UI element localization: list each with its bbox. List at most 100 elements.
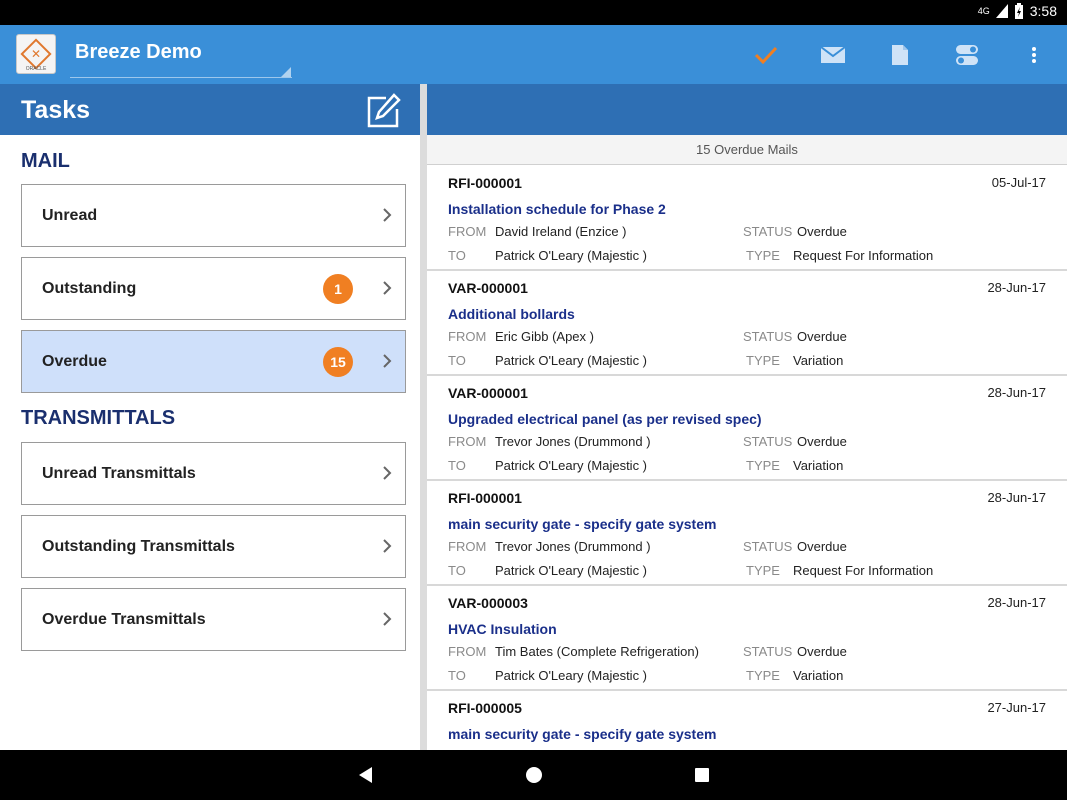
mail-date: 05-Jul-17: [991, 175, 1046, 190]
project-selector-underline: [70, 77, 292, 78]
check-icon[interactable]: [752, 41, 780, 69]
to-label: TO: [448, 248, 466, 263]
type-label: TYPE: [746, 248, 780, 263]
mail-date: 28-Jun-17: [987, 490, 1046, 505]
recents-icon[interactable]: [692, 765, 712, 785]
status-value: Overdue: [797, 224, 847, 239]
task-item-unread-transmittals[interactable]: Unread Transmittals: [21, 442, 406, 505]
task-item-label: Outstanding Transmittals: [42, 537, 235, 555]
pane-divider[interactable]: [420, 84, 427, 750]
to-value: Patrick O'Leary (Majestic ): [495, 668, 648, 683]
chevron-right-icon: [383, 612, 392, 626]
mail-summary: 15 Overdue Mails: [427, 135, 1067, 165]
from-label: FROM: [448, 224, 487, 239]
type-value: Request For Information: [793, 563, 934, 578]
project-dropdown-icon[interactable]: [281, 67, 291, 77]
task-item-overdue[interactable]: Overdue 15: [21, 330, 406, 393]
toggle-icon[interactable]: [953, 41, 981, 69]
task-item-outstanding[interactable]: Outstanding 1: [21, 257, 406, 320]
app-bar: ✕ ORACLE Breeze Demo: [0, 25, 1067, 84]
status-label: STATUS: [743, 329, 793, 344]
clock: 3:58: [1029, 3, 1057, 19]
mail-section-label: MAIL: [21, 150, 70, 172]
status-label: STATUS: [743, 434, 793, 449]
type-value: Variation: [793, 668, 844, 683]
type-value: Request For Information: [793, 248, 934, 263]
app-title[interactable]: Breeze Demo: [75, 41, 202, 64]
from-label: FROM: [448, 644, 487, 659]
mail-date: 28-Jun-17: [987, 385, 1046, 400]
mail-list-header: [427, 84, 1067, 135]
mail-code: RFI-000001: [448, 175, 522, 191]
battery-icon: [1014, 3, 1023, 19]
from-label: FROM: [448, 329, 487, 344]
count-badge: 15: [323, 346, 353, 377]
status-value: Overdue: [797, 329, 847, 344]
task-item-outstanding-transmittals[interactable]: Outstanding Transmittals: [21, 515, 406, 578]
type-value: Variation: [793, 353, 844, 368]
status-bar: 4G 3:58: [0, 0, 1067, 25]
compose-icon[interactable]: [366, 93, 402, 129]
from-value: Trevor Jones (Drummond ): [495, 434, 651, 449]
mail-code: VAR-000001: [448, 385, 528, 401]
mail-code: RFI-000001: [448, 490, 522, 506]
home-icon[interactable]: [524, 765, 544, 785]
app-logo[interactable]: ✕ ORACLE: [16, 34, 56, 74]
to-value: Patrick O'Leary (Majestic ): [495, 248, 648, 263]
tasks-header: Tasks: [0, 84, 420, 135]
task-item-label: Outstanding: [42, 279, 137, 297]
chevron-right-icon: [383, 281, 392, 295]
network-indicator: 4G: [977, 6, 990, 16]
mail-row[interactable]: VAR-000001 28-Jun-17 Upgraded electrical…: [427, 376, 1067, 481]
mail-row[interactable]: RFI-000005 27-Jun-17 main security gate …: [427, 691, 1067, 750]
mail-code: VAR-000003: [448, 595, 528, 611]
mail-row[interactable]: RFI-000001 05-Jul-17 Installation schedu…: [427, 166, 1067, 271]
type-label: TYPE: [746, 458, 780, 473]
task-item-unread[interactable]: Unread: [21, 184, 406, 247]
system-nav-bar: [0, 750, 1067, 800]
to-label: TO: [448, 353, 466, 368]
to-label: TO: [448, 458, 466, 473]
chevron-right-icon: [383, 539, 392, 553]
task-item-label: Overdue: [42, 352, 107, 370]
to-value: Patrick O'Leary (Majestic ): [495, 563, 648, 578]
to-value: Patrick O'Leary (Majestic ): [495, 458, 648, 473]
mail-icon[interactable]: [819, 41, 847, 69]
from-label: FROM: [448, 539, 487, 554]
task-item-label: Unread Transmittals: [42, 464, 196, 482]
back-icon[interactable]: [356, 765, 376, 785]
mail-row[interactable]: RFI-000001 28-Jun-17 main security gate …: [427, 481, 1067, 586]
chevron-right-icon: [383, 208, 392, 222]
mail-subject: Installation schedule for Phase 2: [448, 201, 666, 217]
from-value: David Ireland (Enzice ): [495, 224, 627, 239]
from-value: Tim Bates (Complete Refrigeration): [495, 644, 699, 659]
transmittals-section-label: TRANSMITTALS: [21, 407, 176, 429]
mail-code: VAR-000001: [448, 280, 528, 296]
chevron-right-icon: [383, 354, 392, 368]
more-vert-icon[interactable]: [1020, 41, 1048, 69]
mail-date: 28-Jun-17: [987, 280, 1046, 295]
type-label: TYPE: [746, 353, 780, 368]
mail-subject: Upgraded electrical panel (as per revise…: [448, 411, 762, 427]
mail-subject: Additional bollards: [448, 306, 575, 322]
status-label: STATUS: [743, 224, 793, 239]
from-label: FROM: [448, 434, 487, 449]
status-value: Overdue: [797, 644, 847, 659]
mail-date: 28-Jun-17: [987, 595, 1046, 610]
task-item-overdue-transmittals[interactable]: Overdue Transmittals: [21, 588, 406, 651]
task-item-label: Overdue Transmittals: [42, 610, 206, 628]
mail-row[interactable]: VAR-000001 28-Jun-17 Additional bollards…: [427, 271, 1067, 376]
type-label: TYPE: [746, 668, 780, 683]
status-label: STATUS: [743, 539, 793, 554]
mail-subject: main security gate - specify gate system: [448, 726, 717, 742]
mail-row[interactable]: VAR-000003 28-Jun-17 HVAC Insulation FRO…: [427, 586, 1067, 691]
document-icon[interactable]: [886, 41, 914, 69]
tasks-title: Tasks: [21, 96, 91, 124]
count-badge: 1: [323, 273, 353, 304]
mail-subject: HVAC Insulation: [448, 621, 557, 637]
mail-subject: main security gate - specify gate system: [448, 516, 717, 532]
to-label: TO: [448, 668, 466, 683]
type-label: TYPE: [746, 563, 780, 578]
status-value: Overdue: [797, 434, 847, 449]
to-value: Patrick O'Leary (Majestic ): [495, 353, 648, 368]
